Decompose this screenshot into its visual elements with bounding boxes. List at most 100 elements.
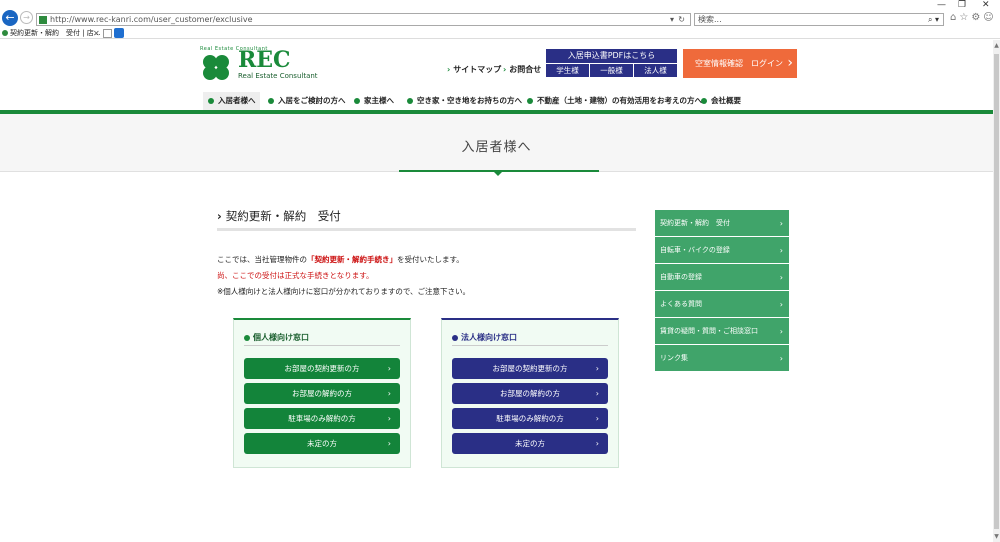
search-input[interactable]: 検索... ⌕ ▾ [694,13,944,26]
nav-item-land-use[interactable]: 不動産（土地・建物）の有効活用をお考えの方へ [527,92,702,110]
close-window-button[interactable]: ✕ [982,0,990,10]
chevron-right-icon: › [595,439,599,448]
tab-active[interactable]: 契約更新・解約 受付 | 店... [0,28,102,39]
site-logo[interactable]: Real Estate Consultant REC Real Estate C… [200,46,318,82]
tab-favicon-icon [2,30,8,36]
search-icon[interactable]: ⌕ ▾ [928,14,939,25]
corporate-undecided-button[interactable]: 未定の方 › [452,433,608,454]
pdf-corporate-button[interactable]: 法人様 [634,64,677,77]
chevron-right-icon: › [387,439,391,448]
smiley-feedback-icon[interactable]: ☺ [983,12,996,23]
refresh-icon[interactable]: ↻ [678,14,685,25]
home-icon[interactable]: ⌂ [950,12,959,23]
chevron-right-icon: › [387,364,391,373]
toolbar-icons: ⌂☆⚙☺ [950,12,997,23]
sidebar-item-consultation[interactable]: 賃貸の疑問・質問・ご相談窓口 › [655,318,789,345]
scroll-up-icon[interactable]: ▲ [993,42,1000,49]
chevron-right-icon: › [779,273,783,282]
forward-button[interactable]: → [20,11,33,24]
intro-line-1: ここでは、当社管理物件の「契約更新・解約手続き」を受付いたします。 [217,255,464,264]
title-bar: — ❐ ✕ [0,0,1000,10]
box-divider [452,345,608,346]
chevron-right-icon: › [217,209,222,223]
chevron-right-icon: › [447,65,451,74]
dropdown-icon[interactable]: ▾ [670,14,674,25]
site-favicon-icon [39,16,47,24]
chevron-right-icon: › [779,219,783,228]
corporate-box-title: 法人様向け窓口 [452,332,517,343]
pdf-student-button[interactable]: 学生様 [546,64,589,77]
restore-button[interactable]: ❐ [958,0,966,10]
bullet-icon [452,334,458,341]
clover-logo-icon [200,52,234,82]
chevron-right-icon: › [595,389,599,398]
chevron-right-icon: › [595,364,599,373]
nav-item-owners[interactable]: 家主様へ [354,92,394,110]
settings-gear-icon[interactable]: ⚙ [971,12,983,23]
section-title: › 契約更新・解約 受付 [217,209,341,223]
url-text: http://www.rec-kanri.com/user_customer/e… [50,15,253,24]
nav-item-company[interactable]: 会社概要 [701,92,741,110]
sidebar-item-faq[interactable]: よくある質問 › [655,291,789,318]
sidebar-item-links[interactable]: リンク集 › [655,345,789,372]
individual-parking-cancel-button[interactable]: 駐車場のみ解約の方 › [244,408,400,429]
intro-line-2: 尚、ここでの受付は正式な手続きとなります。 [217,271,374,280]
sidebar-item-renewal[interactable]: 契約更新・解約 受付 › [655,210,789,237]
logo-subtitle: Real Estate Consultant [238,72,318,80]
new-tab-icon[interactable] [103,29,112,38]
page-title: 入居者様へ [461,140,532,155]
contact-link[interactable]: › お問合せ [503,64,541,75]
pdf-title: 入居申込書PDFはこちら [546,49,677,63]
tab-strip: 契約更新・解約 受付 | 店... [0,28,1000,39]
pdf-general-button[interactable]: 一般様 [590,64,633,77]
scroll-down-icon[interactable]: ▼ [993,533,1000,540]
tab-title: 契約更新・解約 受付 | 店... [10,29,101,37]
sidebar-item-bicycle[interactable]: 自転車・バイクの登録 › [655,237,789,264]
nav-item-vacant-property[interactable]: 空き家・空き地をお持ちの方へ [407,92,522,110]
intro-line-3: ※個人様向けと法人様向けに窓口が分かれておりますので、ご注意下さい。 [217,287,471,296]
individual-undecided-button[interactable]: 未定の方 › [244,433,400,454]
search-placeholder: 検索... [698,15,722,24]
chevron-right-icon: › [779,327,783,336]
corporate-parking-cancel-button[interactable]: 駐車場のみ解約の方 › [452,408,608,429]
box-divider [244,345,400,346]
chevron-right-icon: › [387,414,391,423]
minimize-button[interactable]: — [937,0,946,10]
individual-cancellation-button[interactable]: お部屋の解約の方 › [244,383,400,404]
corporate-renewal-button[interactable]: お部屋の契約更新の方 › [452,358,608,379]
scrollbar-thumb[interactable] [994,54,999,529]
bullet-icon [244,334,250,341]
sitemap-link[interactable]: › サイトマップ [447,64,501,75]
ie-icon[interactable] [114,28,124,38]
sidebar-menu: 契約更新・解約 受付 › 自転車・バイクの登録 › 自動車の登録 › よくある質問 › … [655,210,789,372]
tab-close-icon[interactable]: ✕ [93,28,100,39]
vertical-scrollbar[interactable]: ▲ ▼ [993,40,1000,542]
corporate-window-box: 法人様向け窓口 お部屋の契約更新の方 › お部屋の解約の方 › 駐車場のみ解約の方 ›… [441,318,619,468]
bullet-icon [354,98,360,104]
individual-window-box: 個人様向け窓口 お部屋の契約更新の方 › お部屋の解約の方 › 駐車場のみ解約の方 ›… [233,318,411,468]
nav-item-prospective[interactable]: 入居をご検討の方へ [268,92,346,110]
chevron-right-icon: › [779,300,783,309]
logo-text: REC [238,47,291,73]
favorites-star-icon[interactable]: ☆ [959,12,971,23]
chevron-right-icon: › [595,414,599,423]
application-pdf-box: 入居申込書PDFはこちら 学生様 一般様 法人様 [546,49,677,78]
chevron-right-icon: › [503,65,507,74]
bullet-icon [701,98,707,104]
vacancy-login-button[interactable]: 空室情報確認 ログイン › [683,49,797,78]
section-underline [217,228,636,231]
nav-item-residents[interactable]: 入居者様へ [203,92,260,110]
sidebar-item-car[interactable]: 自動車の登録 › [655,264,789,291]
bullet-icon [527,98,533,104]
back-button[interactable]: ← [2,10,18,26]
chevron-right-icon: › [787,55,793,71]
address-bar[interactable]: http://www.rec-kanri.com/user_customer/e… [36,13,691,26]
bullet-icon [268,98,274,104]
individual-renewal-button[interactable]: お部屋の契約更新の方 › [244,358,400,379]
page-content: Real Estate Consultant REC Real Estate C… [0,40,993,542]
title-notch [494,172,502,176]
chevron-right-icon: › [779,246,783,255]
chevron-right-icon: › [779,354,783,363]
individual-box-title: 個人様向け窓口 [244,332,309,343]
corporate-cancellation-button[interactable]: お部屋の解約の方 › [452,383,608,404]
